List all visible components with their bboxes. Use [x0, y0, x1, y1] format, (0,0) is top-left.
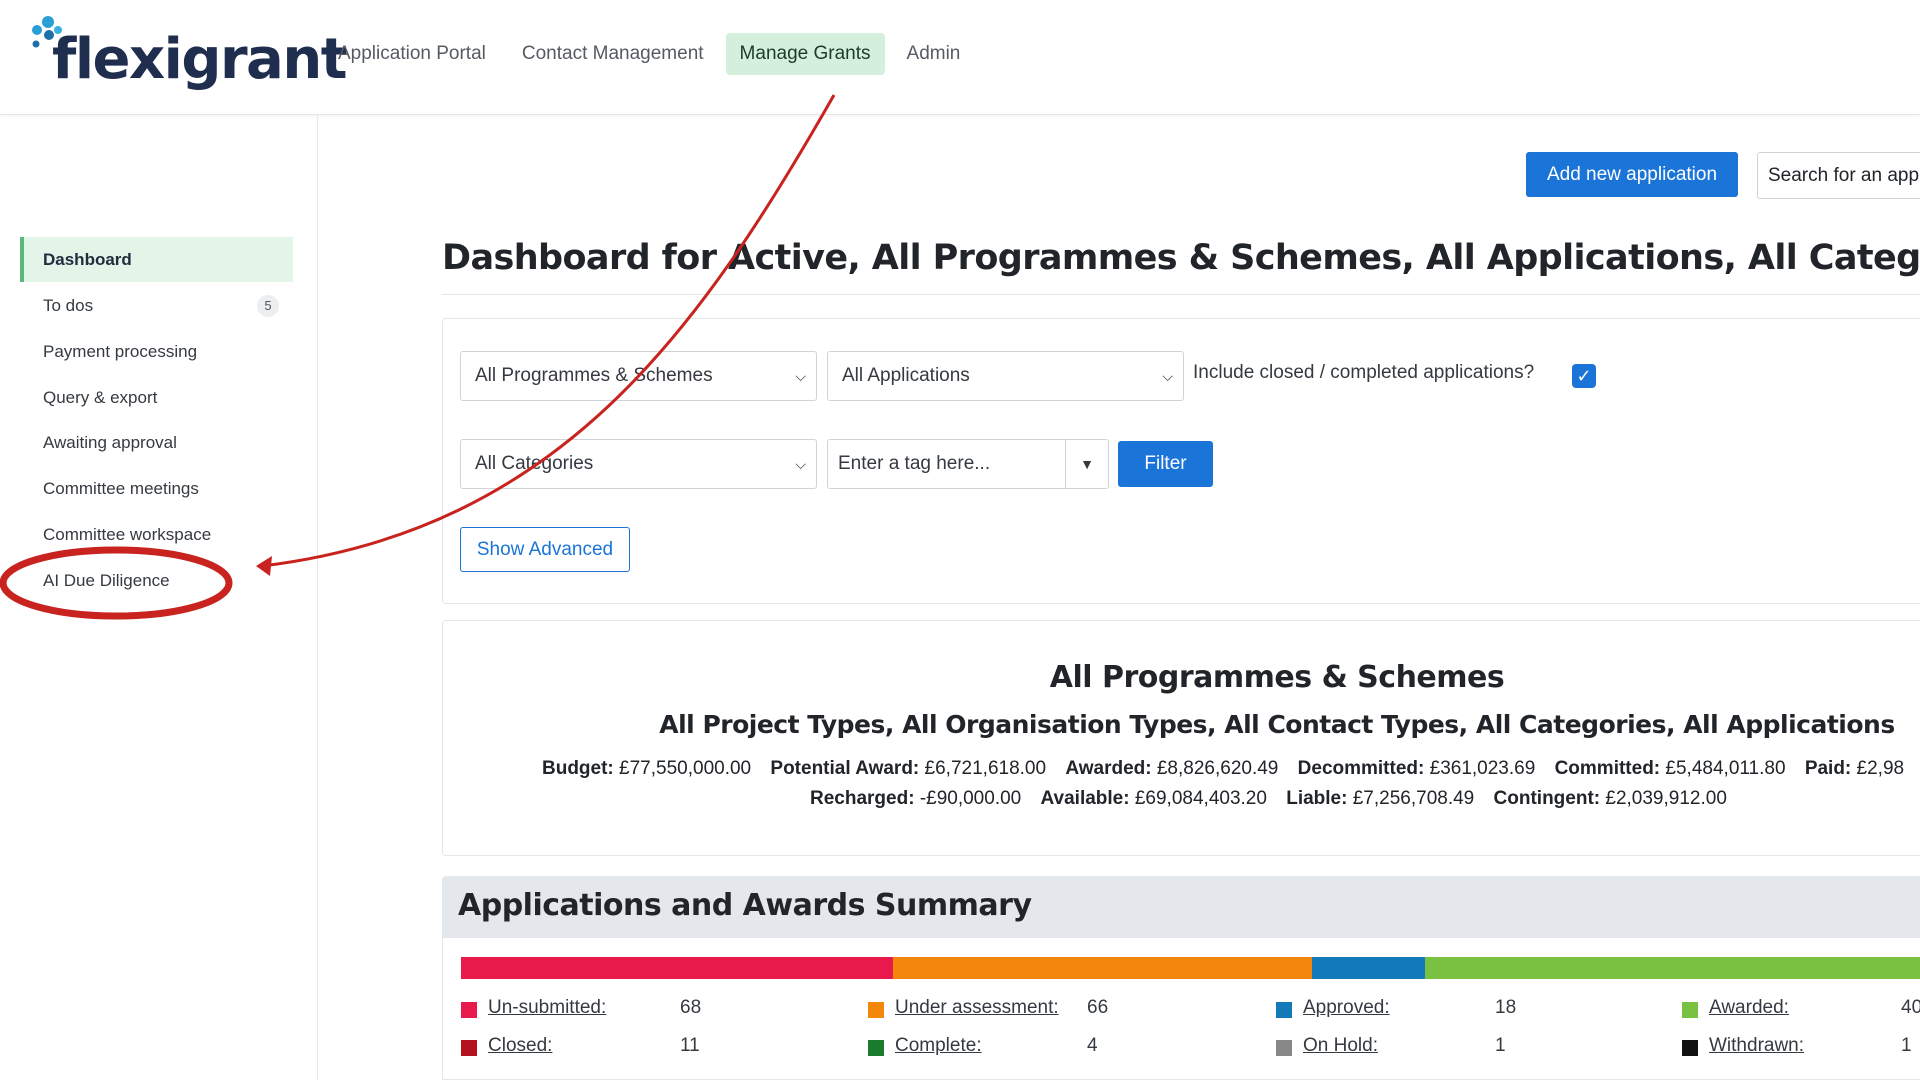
categories-select-value: All Categories — [475, 453, 594, 474]
legend-swatch — [461, 1002, 477, 1018]
awarded-stat: Awarded: £8,826,620.49 — [1065, 758, 1279, 779]
brand-name: flexigrant — [52, 27, 347, 92]
filter-button[interactable]: Filter — [1118, 441, 1213, 487]
show-advanced-button[interactable]: Show Advanced — [460, 527, 630, 572]
legend-label[interactable]: Withdrawn: — [1709, 1035, 1804, 1057]
budget-stat: Budget: £77,550,000.00 — [542, 758, 752, 779]
nav-application-portal[interactable]: Application Portal — [324, 33, 500, 75]
legend-count: 40 — [1901, 997, 1920, 1018]
progress-segment-1 — [892, 957, 1312, 979]
tag-input[interactable]: Enter a tag here... ▼ — [827, 439, 1109, 489]
status-progress-bar — [461, 957, 1920, 979]
summary-title: All Programmes & Schemes — [1049, 660, 1505, 695]
include-closed-checkbox[interactable]: ✓ — [1572, 364, 1596, 388]
progress-segment-3 — [1425, 957, 1920, 979]
legend-count: 66 — [1087, 997, 1109, 1018]
legend-unsubmitted[interactable]: Un-submitted: 68 — [461, 997, 741, 1023]
categories-select[interactable]: All Categories ⌵ — [460, 439, 817, 489]
sidebar-item-query-export[interactable]: Query & export — [20, 375, 293, 420]
legend-swatch — [1276, 1002, 1292, 1018]
include-closed-label: Include closed / completed applications? — [1193, 362, 1535, 383]
potential-award-stat: Potential Award: £6,721,618.00 — [770, 758, 1047, 779]
summary-subtitle: All Project Types, All Organisation Type… — [659, 710, 1895, 739]
legend-count: 1 — [1901, 1035, 1912, 1056]
title-divider — [442, 294, 1920, 295]
legend-approved[interactable]: Approved: 18 — [1276, 997, 1556, 1023]
legend-under-assessment[interactable]: Under assessment: 66 — [868, 997, 1148, 1023]
legend-label[interactable]: Complete: — [895, 1035, 982, 1057]
sidebar: Dashboard To dos 5 Payment processing Qu… — [0, 115, 318, 1080]
legend-closed[interactable]: Closed: 11 — [461, 1035, 741, 1061]
available-stat: Available: £69,084,403.20 — [1040, 788, 1267, 809]
legend-count: 11 — [680, 1035, 700, 1056]
legend-swatch — [1682, 1040, 1698, 1056]
tag-input-placeholder: Enter a tag here... — [838, 453, 991, 474]
caret-down-icon[interactable]: ▼ — [1080, 440, 1094, 488]
legend-count: 1 — [1495, 1035, 1506, 1056]
legend-label[interactable]: Awarded: — [1709, 997, 1789, 1019]
legend-swatch — [461, 1040, 477, 1056]
chevron-down-icon: ⌵ — [795, 368, 806, 384]
nav-admin[interactable]: Admin — [893, 33, 975, 75]
sidebar-item-awaiting-approval[interactable]: Awaiting approval — [20, 420, 293, 465]
sidebar-item-label: To dos — [43, 296, 94, 315]
legend-label[interactable]: Under assessment: — [895, 997, 1059, 1019]
sidebar-item-todos[interactable]: To dos 5 — [20, 283, 293, 328]
nav-manage-grants[interactable]: Manage Grants — [725, 33, 885, 75]
legend-label[interactable]: Approved: — [1303, 997, 1390, 1019]
committed-stat: Committed: £5,484,011.80 — [1554, 758, 1786, 779]
todo-count-badge: 5 — [257, 295, 279, 317]
legend-withdrawn[interactable]: Withdrawn: 1 — [1682, 1035, 1920, 1061]
legend-complete[interactable]: Complete: 4 — [868, 1035, 1148, 1061]
progress-segment-0 — [461, 957, 893, 979]
legend-count: 18 — [1495, 997, 1517, 1018]
tag-input-divider — [1065, 440, 1066, 488]
sidebar-item-committee-workspace[interactable]: Committee workspace — [20, 512, 293, 557]
legend-label[interactable]: Un-submitted: — [488, 997, 606, 1019]
finance-line-1: Budget: £77,550,000.00 Potential Award: … — [542, 758, 1918, 780]
paid-stat: Paid: £2,98 — [1804, 758, 1905, 779]
search-applications-input[interactable]: Search for an app — [1757, 152, 1920, 199]
legend-count: 4 — [1087, 1035, 1098, 1056]
nav-contact-management[interactable]: Contact Management — [508, 33, 718, 75]
legend-swatch — [1682, 1002, 1698, 1018]
aas-title: Applications and Awards Summary — [458, 888, 1032, 923]
sidebar-item-dashboard[interactable]: Dashboard — [20, 237, 293, 282]
legend-label[interactable]: Closed: — [488, 1035, 552, 1057]
legend-swatch — [1276, 1040, 1292, 1056]
chevron-down-icon: ⌵ — [1162, 368, 1173, 384]
contingent-stat: Contingent: £2,039,912.00 — [1493, 788, 1727, 809]
chevron-down-icon: ⌵ — [795, 456, 806, 472]
applications-select-value: All Applications — [842, 365, 970, 386]
add-new-application-button[interactable]: Add new application — [1526, 152, 1738, 197]
legend-awarded[interactable]: Awarded: 40 — [1682, 997, 1920, 1023]
main-nav: Application Portal Contact Management Ma… — [324, 33, 974, 75]
liable-stat: Liable: £7,256,708.49 — [1286, 788, 1475, 809]
legend-on-hold[interactable]: On Hold: 1 — [1276, 1035, 1556, 1061]
legend-label[interactable]: On Hold: — [1303, 1035, 1378, 1057]
page-title: Dashboard for Active, All Programmes & S… — [442, 238, 1920, 278]
sidebar-item-payment-processing[interactable]: Payment processing — [20, 329, 293, 374]
applications-select[interactable]: All Applications ⌵ — [827, 351, 1184, 401]
recharged-stat: Recharged: -£90,000.00 — [810, 788, 1022, 809]
finance-line-2: Recharged: -£90,000.00 Available: £69,08… — [810, 788, 1741, 810]
programmes-select-value: All Programmes & Schemes — [475, 365, 713, 386]
progress-segment-2 — [1311, 957, 1426, 979]
sidebar-item-ai-due-diligence[interactable]: AI Due Diligence — [20, 558, 293, 603]
legend-swatch — [868, 1002, 884, 1018]
programmes-select[interactable]: All Programmes & Schemes ⌵ — [460, 351, 817, 401]
sidebar-item-committee-meetings[interactable]: Committee meetings — [20, 466, 293, 511]
top-navbar: flexigrant Application Portal Contact Ma… — [0, 0, 1920, 115]
legend-count: 68 — [680, 997, 702, 1018]
legend-swatch — [868, 1040, 884, 1056]
flexigrant-logo[interactable]: flexigrant — [26, 14, 347, 94]
decommitted-stat: Decommitted: £361,023.69 — [1297, 758, 1536, 779]
